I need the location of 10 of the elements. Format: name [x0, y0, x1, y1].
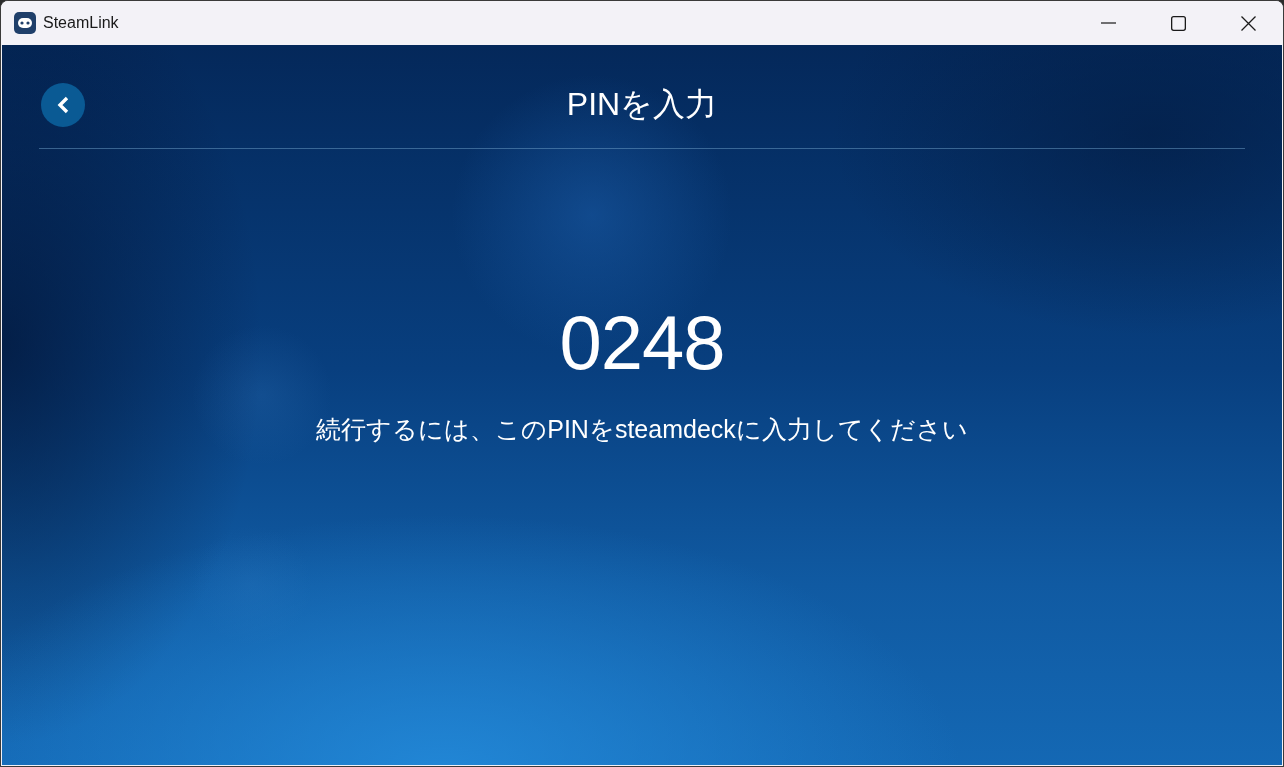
instruction-text: 続行するには、このPINをsteamdeckに入力してください [316, 414, 968, 445]
close-icon [1240, 15, 1256, 31]
page-title: PINを入力 [565, 85, 719, 124]
back-button[interactable] [41, 83, 85, 127]
gamepad-app-icon [14, 12, 36, 34]
maximize-icon [1170, 15, 1186, 31]
window-title: SteamLink [43, 14, 119, 32]
minimize-icon [1100, 22, 1116, 24]
chevron-left-icon [56, 96, 70, 114]
pin-code: 0248 [559, 305, 725, 381]
